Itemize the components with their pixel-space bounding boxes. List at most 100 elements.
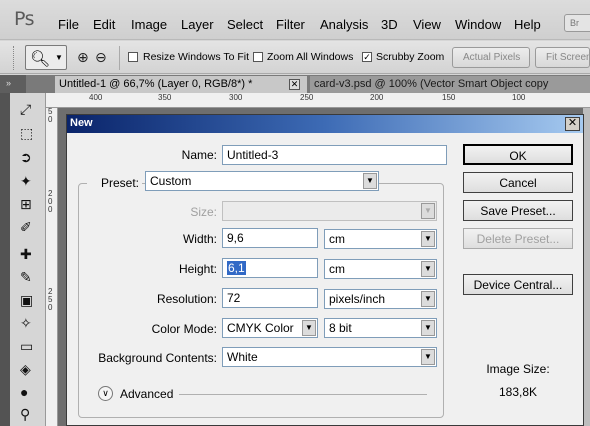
- zoom-all-label: Zoom All Windows: [267, 51, 354, 63]
- marquee-tool-icon[interactable]: ⬚: [20, 125, 33, 142]
- background-contents-label: Background Contents:: [98, 351, 217, 365]
- preset-label: Preset:: [87, 176, 142, 190]
- bridge-button[interactable]: Br: [564, 14, 590, 32]
- dialog-title: New: [70, 117, 93, 129]
- move-tool-icon[interactable]: ⤢: [20, 101, 31, 118]
- resolution-unit-select[interactable]: pixels/inch ▼: [324, 289, 437, 309]
- cancel-button[interactable]: Cancel: [463, 172, 573, 193]
- zoom-all-checkbox[interactable]: [253, 52, 263, 62]
- menu-bar: Ps File Edit Image Layer Select Filter A…: [0, 0, 590, 40]
- device-central-button[interactable]: Device Central...: [463, 274, 573, 295]
- zoom-out-icon[interactable]: ⊖: [95, 49, 107, 66]
- color-mode-value: CMYK Color: [227, 321, 294, 335]
- ruler-label: 250: [300, 93, 314, 102]
- ok-button[interactable]: OK: [463, 144, 573, 165]
- menu-3d[interactable]: 3D: [381, 17, 398, 32]
- chevron-down-icon: ▼: [421, 291, 435, 307]
- dodge-tool-icon[interactable]: ⚲: [20, 406, 30, 423]
- delete-preset-button[interactable]: Delete Preset...: [463, 228, 573, 249]
- tool-preset-picker[interactable]: 🔍︎ ▼: [25, 45, 67, 70]
- tab-untitled-1[interactable]: Untitled-1 @ 66,7% (Layer 0, RGB/8*) *: [55, 76, 307, 93]
- menu-filter[interactable]: Filter: [276, 17, 305, 32]
- crop-tool-icon[interactable]: ⊞: [20, 196, 32, 213]
- fit-screen-button[interactable]: Fit Screen: [535, 47, 590, 68]
- tab-card-v3[interactable]: card-v3.psd @ 100% (Vector Smart Object …: [310, 76, 590, 93]
- height-label: Height:: [178, 262, 217, 276]
- preset-value: Custom: [150, 174, 192, 188]
- name-field[interactable]: Untitled-3: [222, 145, 447, 165]
- dialog-title-bar[interactable]: New ✕: [67, 115, 583, 133]
- options-grip[interactable]: [13, 46, 17, 70]
- chevron-down-icon: ▼: [421, 349, 435, 365]
- healing-brush-tool-icon[interactable]: ✚: [20, 246, 32, 263]
- resize-windows-label: Resize Windows To Fit: [143, 51, 250, 63]
- menu-layer[interactable]: Layer: [181, 17, 214, 32]
- image-size-label: Image Size:: [486, 362, 550, 376]
- options-bar: 🔍︎ ▼ ⊕ ⊖ Resize Windows To Fit Zoom All …: [0, 41, 590, 74]
- chevron-down-icon: ▼: [302, 320, 316, 336]
- background-contents-value: White: [227, 350, 258, 364]
- menu-view[interactable]: View: [413, 17, 441, 32]
- eraser-tool-icon[interactable]: ▭: [20, 338, 33, 355]
- canvas-scrollbar[interactable]: [583, 108, 590, 426]
- lasso-tool-icon[interactable]: ➲: [20, 149, 32, 166]
- bit-depth-select[interactable]: 8 bit ▼: [324, 318, 437, 338]
- divider: [179, 394, 427, 395]
- menu-select[interactable]: Select: [227, 17, 263, 32]
- quick-selection-tool-icon[interactable]: ✦: [20, 173, 32, 190]
- photoshop-logo: Ps: [14, 8, 35, 30]
- ruler-label: 2 0 0: [48, 189, 53, 214]
- expand-advanced-icon[interactable]: ∨: [98, 386, 113, 401]
- size-select[interactable]: ▼: [222, 201, 437, 221]
- resolution-unit: pixels/inch: [329, 292, 386, 306]
- history-brush-tool-icon[interactable]: ✧: [20, 315, 32, 332]
- zoom-in-icon[interactable]: ⊕: [77, 49, 89, 66]
- color-mode-select[interactable]: CMYK Color ▼: [222, 318, 318, 338]
- menu-analysis[interactable]: Analysis: [320, 17, 368, 32]
- tab-title: card-v3.psd @ 100% (Vector Smart Object …: [314, 78, 549, 90]
- resolution-field[interactable]: 72: [222, 288, 318, 308]
- save-preset-button[interactable]: Save Preset...: [463, 200, 573, 221]
- height-field[interactable]: 6,1: [222, 258, 318, 278]
- color-mode-label: Color Mode:: [151, 322, 217, 336]
- menu-image[interactable]: Image: [131, 17, 167, 32]
- menu-help[interactable]: Help: [514, 17, 541, 32]
- collapse-panels-icon[interactable]: »: [0, 75, 26, 93]
- scrubby-zoom-label: Scrubby Zoom: [376, 51, 445, 63]
- eyedropper-tool-icon[interactable]: ✐: [20, 219, 32, 236]
- clone-stamp-tool-icon[interactable]: ▣: [20, 292, 33, 309]
- blur-tool-icon[interactable]: ●: [20, 384, 28, 400]
- width-unit-select[interactable]: cm ▼: [324, 229, 437, 249]
- background-contents-select[interactable]: White ▼: [222, 347, 437, 367]
- preset-select[interactable]: Custom ▼: [145, 171, 379, 191]
- resolution-label: Resolution:: [156, 292, 217, 306]
- chevron-down-icon: ▼: [55, 53, 63, 62]
- brush-tool-icon[interactable]: ✎: [20, 269, 32, 286]
- paint-bucket-tool-icon[interactable]: ◈: [20, 361, 31, 378]
- chevron-down-icon: ▼: [421, 231, 435, 247]
- ruler-label: 5 0: [48, 107, 53, 124]
- actual-pixels-button[interactable]: Actual Pixels: [452, 47, 530, 68]
- resize-windows-checkbox[interactable]: [128, 52, 138, 62]
- divider: [119, 46, 120, 70]
- chevron-down-icon: ▼: [363, 173, 377, 189]
- chevron-down-icon: ▼: [421, 261, 435, 277]
- height-unit: cm: [329, 262, 345, 276]
- advanced-label[interactable]: Advanced: [120, 387, 173, 401]
- zoom-tool-icon: 🔍︎: [30, 51, 51, 68]
- width-field[interactable]: 9,6: [222, 228, 318, 248]
- width-unit: cm: [329, 232, 345, 246]
- ruler-label: 100: [512, 93, 526, 102]
- close-tab-icon[interactable]: ✕: [289, 79, 300, 90]
- ruler-label: 350: [158, 93, 172, 102]
- ruler-label: 200: [370, 93, 384, 102]
- scrubby-zoom-checkbox[interactable]: ✓: [362, 52, 372, 62]
- name-label: Name:: [181, 148, 217, 162]
- menu-window[interactable]: Window: [455, 17, 501, 32]
- height-unit-select[interactable]: cm ▼: [324, 259, 437, 279]
- close-icon[interactable]: ✕: [565, 117, 580, 131]
- height-value: 6,1: [227, 261, 246, 275]
- menu-edit[interactable]: Edit: [93, 17, 115, 32]
- menu-file[interactable]: File: [58, 17, 79, 32]
- document-tabs-bar: » Untitled-1 @ 66,7% (Layer 0, RGB/8*) *…: [0, 75, 590, 93]
